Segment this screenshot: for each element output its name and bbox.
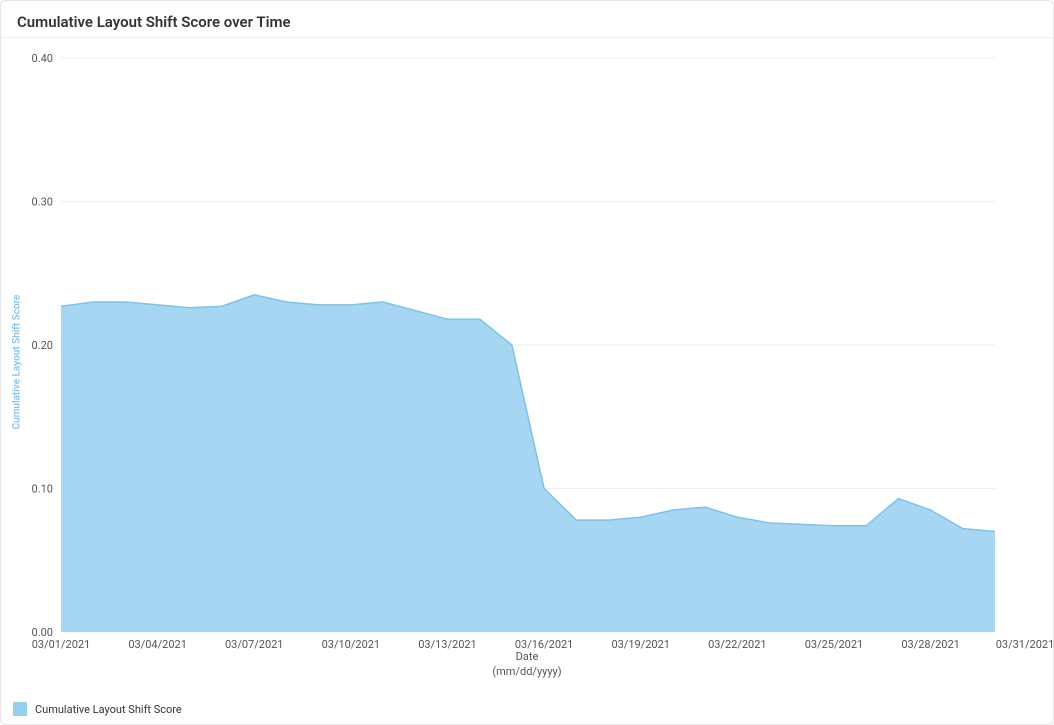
svg-text:0.40: 0.40 bbox=[32, 52, 53, 65]
legend-series-label: Cumulative Layout Shift Score bbox=[35, 703, 182, 716]
legend-swatch bbox=[13, 702, 27, 716]
svg-text:03/31/2021: 03/31/2021 bbox=[996, 638, 1054, 651]
chart-svg: 0.000.100.200.300.4003/01/202103/04/2021… bbox=[1, 38, 1054, 687]
chart-title: Cumulative Layout Shift Score over Time bbox=[17, 13, 1037, 31]
svg-text:0.20: 0.20 bbox=[32, 339, 53, 352]
svg-text:03/22/2021: 03/22/2021 bbox=[708, 638, 767, 651]
svg-text:0.10: 0.10 bbox=[32, 483, 53, 496]
svg-text:03/10/2021: 03/10/2021 bbox=[322, 638, 381, 651]
x-axis-label: Date (mm/dd/yyyy) bbox=[492, 650, 561, 679]
y-axis-label: Cumulative Layout Shift Score bbox=[12, 294, 23, 429]
svg-text:03/16/2021: 03/16/2021 bbox=[515, 638, 574, 651]
svg-text:03/07/2021: 03/07/2021 bbox=[225, 638, 284, 651]
chart-header: Cumulative Layout Shift Score over Time bbox=[1, 1, 1053, 38]
svg-text:03/28/2021: 03/28/2021 bbox=[901, 638, 960, 651]
svg-text:03/01/2021: 03/01/2021 bbox=[32, 638, 91, 651]
chart-card: Cumulative Layout Shift Score over Time … bbox=[0, 0, 1054, 725]
chart-legend: Cumulative Layout Shift Score bbox=[13, 702, 182, 716]
svg-text:03/19/2021: 03/19/2021 bbox=[611, 638, 670, 651]
svg-text:03/04/2021: 03/04/2021 bbox=[128, 638, 187, 651]
svg-text:03/13/2021: 03/13/2021 bbox=[418, 638, 477, 651]
svg-text:03/25/2021: 03/25/2021 bbox=[805, 638, 864, 651]
x-axis-label-format: (mm/dd/yyyy) bbox=[492, 665, 561, 678]
x-axis-label-text: Date bbox=[516, 650, 539, 663]
chart-plot-area: Cumulative Layout Shift Score 0.000.100.… bbox=[1, 38, 1053, 685]
svg-text:0.30: 0.30 bbox=[32, 196, 53, 209]
